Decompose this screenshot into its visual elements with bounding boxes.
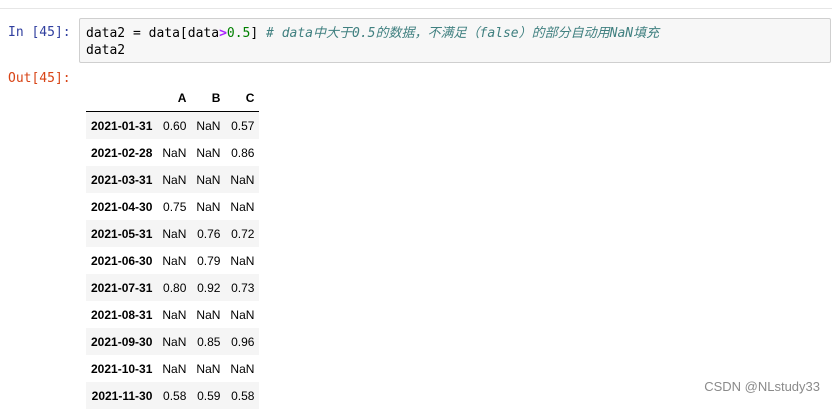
table-cell: 0.86 [231, 145, 255, 160]
table-cell: NaN [196, 118, 221, 133]
row-index: 2021-05-31 [91, 226, 153, 241]
table-cell: NaN [196, 307, 221, 322]
row-index: 2021-10-31 [91, 361, 153, 376]
table-row: 2021-09-30 NaN 0.85 0.96 [86, 328, 260, 355]
table-cell: NaN [196, 172, 221, 187]
table-cell: NaN [162, 172, 187, 187]
input-prompt: In [45]: [8, 25, 71, 40]
table-cell: NaN [230, 172, 255, 187]
table-cell: NaN [230, 253, 255, 268]
table-cell: NaN [196, 199, 221, 214]
code-line-2: data2 [86, 43, 126, 58]
table-cell: NaN [162, 226, 187, 241]
row-index: 2021-09-30 [91, 334, 153, 349]
table-cell: NaN [162, 361, 187, 376]
code-line-1: data2 = data[data>0.5] # data中大于0.5的数据，不… [86, 25, 830, 42]
row-index: 2021-08-31 [91, 307, 153, 322]
table-row: 2021-08-31 NaN NaN NaN [86, 301, 259, 328]
table-row: 2021-03-31 NaN NaN NaN [86, 166, 260, 193]
table-cell: 0.75 [163, 199, 187, 214]
row-index: 2021-06-30 [91, 253, 153, 268]
table-cell: 0.73 [231, 280, 255, 295]
code-expression: data[data [148, 26, 220, 41]
dataframe-header-row: A B C [86, 84, 260, 112]
code-cell-editor[interactable]: data2 = data[data>0.5] # data中大于0.5的数据，不… [79, 18, 831, 63]
table-cell: 0.92 [197, 280, 221, 295]
watermark: CSDN @NLstudy33 [704, 379, 820, 394]
code-number: 0.5 [226, 26, 251, 41]
row-index: 2021-02-28 [91, 145, 153, 160]
table-row: 2021-06-30 NaN 0.79 NaN [86, 247, 259, 274]
table-cell: NaN [162, 145, 187, 160]
row-index: 2021-04-30 [91, 199, 153, 214]
table-cell: 0.79 [197, 253, 221, 268]
table-cell: 0.85 [197, 334, 221, 349]
table-cell: 0.57 [231, 118, 255, 133]
table-row: 2021-01-31 0.60 NaN 0.57 [86, 111, 260, 139]
column-header: B [191, 84, 226, 112]
table-row: 2021-05-31 NaN 0.76 0.72 [86, 220, 260, 247]
table-cell: NaN [196, 361, 221, 376]
table-cell: 0.80 [163, 280, 187, 295]
table-cell: 0.72 [231, 226, 255, 241]
code-operator: > [219, 26, 227, 41]
code-variable: data2 [86, 26, 126, 41]
code-expression-end: ] [250, 26, 267, 41]
dataframe-output: A B C 2021-01-31 0.60 NaN 0.57 2021-02-2… [86, 84, 260, 409]
table-cell: NaN [230, 361, 255, 376]
table-cell: NaN [162, 307, 187, 322]
table-row: 2021-02-28 NaN NaN 0.86 [86, 139, 259, 166]
table-cell: NaN [230, 307, 255, 322]
table-cell: NaN [162, 334, 187, 349]
table-row: 2021-07-31 0.80 0.92 0.73 [86, 274, 260, 301]
row-index: 2021-07-31 [91, 280, 153, 295]
output-prompt: Out[45]: [8, 71, 71, 86]
table-cell: NaN [230, 199, 255, 214]
table-cell: NaN [196, 145, 221, 160]
row-index: 2021-03-31 [91, 172, 153, 187]
table-cell: 0.96 [231, 334, 255, 349]
index-header [86, 84, 158, 112]
code-comment: # data中大于0.5的数据，不满足（false）的部分自动用NaN填充 [266, 26, 660, 41]
notebook-top-divider [0, 8, 832, 9]
row-index: 2021-01-31 [91, 118, 153, 133]
column-header: A [157, 84, 192, 112]
table-cell: 0.76 [197, 226, 221, 241]
table-cell: NaN [162, 253, 187, 268]
table-row: 2021-10-31 NaN NaN NaN [86, 355, 259, 382]
table-row: 2021-04-30 0.75 NaN NaN [86, 193, 259, 220]
code-assign: = [125, 26, 149, 41]
column-header: C [225, 84, 260, 112]
table-cell: 0.60 [163, 118, 187, 133]
